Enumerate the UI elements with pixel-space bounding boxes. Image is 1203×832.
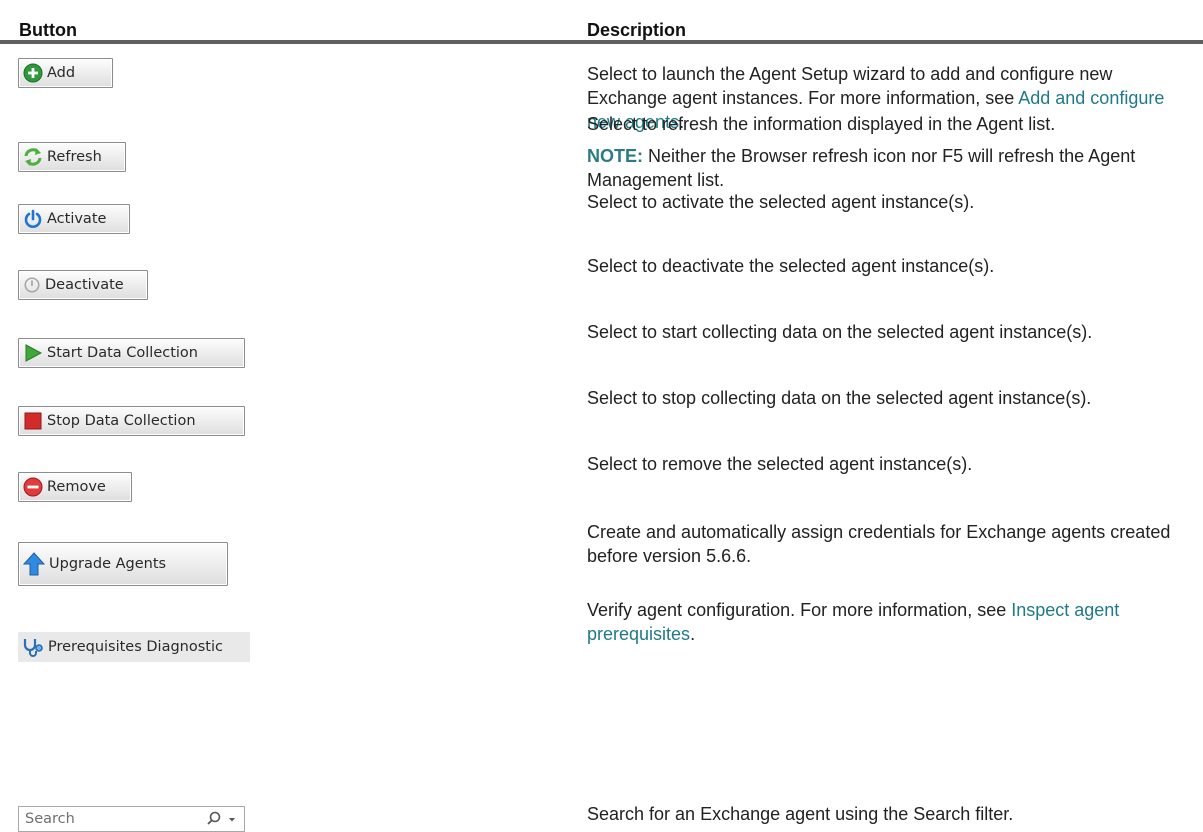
refresh-arrows-icon (24, 148, 42, 166)
power-icon (24, 209, 42, 228)
row-description: Select to activate the selected agent in… (587, 190, 1187, 214)
upgrade-agents-label: Upgrade Agents (49, 556, 167, 572)
row-description: Select to stop collecting data on the se… (587, 386, 1187, 410)
stop-square-icon (24, 412, 42, 430)
activate-button-label: Activate (47, 211, 107, 227)
note-label: NOTE: (587, 146, 643, 166)
refresh-button[interactable]: Refresh (18, 142, 126, 172)
add-button-label: Add (47, 65, 76, 81)
row-description: Select to refresh the information displa… (587, 112, 1187, 192)
row-description: Create and automatically assign credenti… (587, 520, 1187, 568)
stop-data-collection-label: Stop Data Collection (47, 413, 196, 429)
power-disabled-icon (24, 277, 40, 293)
description-text: Select to stop collecting data on the se… (587, 388, 1092, 408)
chevron-down-icon[interactable] (226, 813, 238, 825)
description-text: Select to deactivate the selected agent … (587, 256, 995, 276)
description-text: . (690, 624, 696, 644)
stethoscope-icon (23, 639, 43, 657)
prerequisites-diagnostic-button[interactable]: Prerequisites Diagnostic (18, 632, 250, 662)
play-icon (25, 344, 43, 362)
search-input[interactable] (25, 811, 202, 827)
deactivate-button-label: Deactivate (45, 277, 124, 293)
upgrade-agents-button[interactable]: Upgrade Agents (18, 542, 228, 586)
description-text: Select to start collecting data on the s… (587, 322, 1093, 342)
remove-button[interactable]: Remove (18, 472, 132, 502)
row-description: Search for an Exchange agent using the S… (587, 802, 1187, 826)
prerequisites-diagnostic-label: Prerequisites Diagnostic (48, 639, 223, 655)
start-data-collection-label: Start Data Collection (47, 345, 198, 361)
row-description: Select to start collecting data on the s… (587, 320, 1187, 344)
description-text: Create and automatically assign credenti… (587, 522, 1171, 566)
plus-circle-icon (23, 63, 43, 83)
activate-button[interactable]: Activate (18, 204, 130, 234)
description-text: Select to refresh the information displa… (587, 114, 1056, 134)
remove-button-label: Remove (47, 479, 106, 495)
row-description: Verify agent configuration. For more inf… (587, 598, 1187, 646)
table-header: Button Description (0, 0, 1203, 44)
column-header-button: Button (19, 20, 77, 40)
description-text: Search for an Exchange agent using the S… (587, 804, 1014, 824)
note-text: Neither the Browser refresh icon nor F5 … (587, 146, 1136, 190)
column-header-description: Description (587, 20, 687, 40)
arrow-up-icon (23, 552, 45, 576)
search-icon[interactable] (206, 811, 222, 827)
stop-data-collection-button[interactable]: Stop Data Collection (18, 406, 245, 436)
refresh-button-label: Refresh (47, 149, 102, 165)
deactivate-button[interactable]: Deactivate (18, 270, 148, 300)
description-text: Select to remove the selected agent inst… (587, 454, 973, 474)
row-description: Select to remove the selected agent inst… (587, 452, 1187, 476)
minus-circle-icon (23, 477, 43, 497)
add-button[interactable]: Add (18, 58, 113, 88)
search-box (18, 806, 245, 832)
description-text: Verify agent configuration. For more inf… (587, 600, 1012, 620)
start-data-collection-button[interactable]: Start Data Collection (18, 338, 245, 368)
description-text: Select to activate the selected agent in… (587, 192, 975, 212)
row-description: Select to deactivate the selected agent … (587, 254, 1187, 278)
